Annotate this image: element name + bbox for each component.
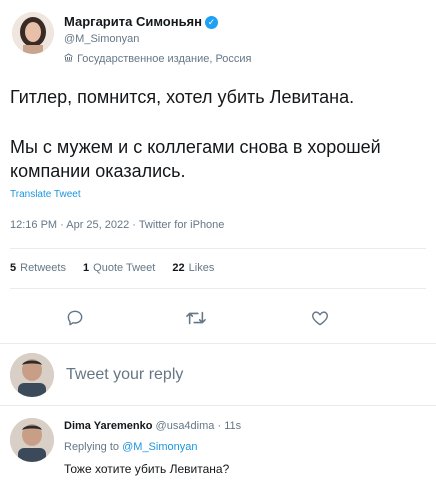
reply-author-avatar-image [10,418,54,462]
reply-text: Тоже хотите убить Левитана? [64,462,230,476]
author-avatar[interactable] [12,12,54,54]
divider [10,248,426,249]
verified-badge-icon: ✓ [205,16,218,30]
retweet-button[interactable] [183,305,209,331]
retweets-label: Retweets [20,262,66,274]
retweet-icon [186,311,206,325]
reply-button[interactable] [62,305,88,331]
like-button[interactable] [307,305,333,331]
state-affiliation-label: Государственное издание, Россия [77,53,252,65]
likes-label: Likes [188,262,215,274]
quotes-stat[interactable]: 1 Quote Tweet [83,262,158,274]
divider [0,343,436,344]
reply-input[interactable]: Tweet your reply [66,366,183,384]
author-name[interactable]: Маргарита Симоньян [64,14,202,29]
replying-to-prefix: Replying to [64,441,120,453]
retweets-count: 5 [10,262,17,274]
retweets-stat[interactable]: 5 Retweets [10,262,69,274]
tweet-text-line-1: Гитлер, помнится, хотел убить Левитана. [10,87,355,107]
replying-to-handle[interactable]: @M_Simonyan [122,441,197,453]
quotes-count: 1 [83,262,90,274]
state-media-icon [64,53,74,65]
divider [0,405,436,406]
reply-author-avatar[interactable] [10,418,54,462]
tweet-timestamp[interactable]: 12:16 PM · Apr 25, 2022 · Twitter for iP… [10,219,224,231]
author-avatar-image [12,12,54,54]
translate-tweet-link[interactable]: Translate Tweet [10,189,81,200]
likes-count: 22 [172,262,185,274]
author-handle[interactable]: @M_Simonyan [64,33,139,45]
quotes-label: Quote Tweet [93,262,156,274]
reply-icon [67,310,83,326]
tweet-text-line-3: компании оказались. [10,161,186,181]
reply-time[interactable]: · 11s [217,420,241,432]
reply-author-name[interactable]: Dima Yaremenko [64,420,152,432]
current-user-avatar[interactable] [10,353,54,397]
current-user-avatar-image [10,353,54,397]
reply-author-handle[interactable]: @usa4dima [156,420,215,432]
likes-stat[interactable]: 22 Likes [172,262,214,274]
divider [10,288,426,289]
tweet-text-line-2: Мы с мужем и с коллегами снова в хорошей [10,137,381,157]
like-icon [312,311,328,326]
